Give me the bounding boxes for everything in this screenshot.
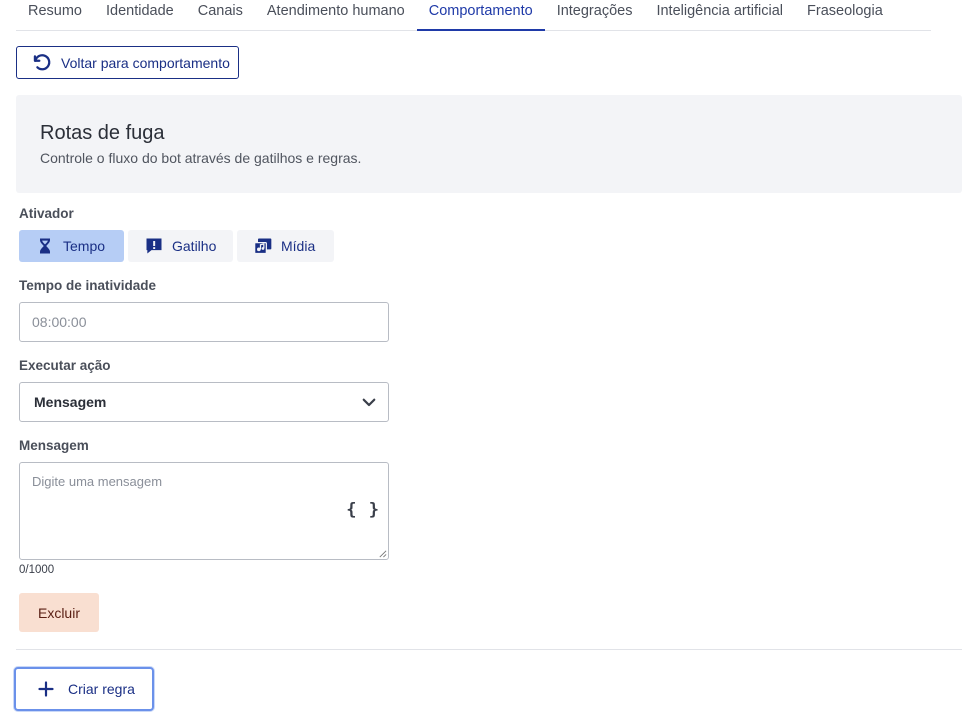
tab-fraseologia[interactable]: Fraseologia [795,0,895,30]
media-icon [254,238,272,255]
character-counter: 0/1000 [19,564,55,576]
action-select-value: Mensagem [34,394,107,410]
trigger-option-label: Gatilho [172,238,217,254]
trigger-option-midia[interactable]: Mídia [237,230,334,262]
tab-inteligencia-artificial[interactable]: Inteligência artificial [644,0,795,30]
action-label: Executar ação [19,358,111,373]
plus-icon [38,681,54,697]
divider [16,649,962,650]
inactivity-label: Tempo de inatividade [19,278,157,293]
message-field-wrapper: { } [19,462,389,560]
page-title: Rotas de fuga [40,122,165,144]
trigger-option-label: Tempo [63,238,106,254]
inactivity-time-input[interactable] [19,302,389,342]
header-panel: Rotas de fuga Controle o fluxo do bot at… [16,95,962,193]
activator-options: Tempo Gatilho Mídia [19,230,334,262]
message-textarea[interactable] [19,462,389,560]
back-to-behavior-button[interactable]: Voltar para comportamento [16,46,239,79]
action-select[interactable]: Mensagem [19,382,389,422]
tab-atendimento-humano[interactable]: Atendimento humano [255,0,417,30]
page-subtitle: Controle o fluxo do bot através de gatil… [40,150,362,166]
trigger-option-gatilho[interactable]: Gatilho [128,230,233,262]
hourglass-icon [40,238,50,254]
resize-grip-icon[interactable] [378,549,387,558]
tab-canais[interactable]: Canais [186,0,255,30]
undo-icon [33,54,51,71]
alert-message-icon [146,238,162,254]
tab-integracoes[interactable]: Integrações [545,0,645,30]
create-rule-label: Criar regra [68,681,135,697]
tab-resumo[interactable]: Resumo [16,0,94,30]
page: Resumo Identidade Canais Atendimento hum… [0,0,962,716]
tab-identidade[interactable]: Identidade [94,0,186,30]
tab-comportamento[interactable]: Comportamento [416,0,545,31]
delete-button[interactable]: Excluir [19,593,99,632]
create-rule-button[interactable]: Criar regra [14,667,154,711]
message-label: Mensagem [19,438,89,453]
tab-bar: Resumo Identidade Canais Atendimento hum… [16,0,931,31]
variables-braces-icon[interactable]: { } [346,500,380,520]
back-button-label: Voltar para comportamento [61,54,230,71]
chevron-down-icon [362,398,376,407]
activator-label: Ativador [19,206,74,221]
trigger-option-label: Mídia [281,238,316,254]
trigger-option-tempo[interactable]: Tempo [19,230,124,262]
